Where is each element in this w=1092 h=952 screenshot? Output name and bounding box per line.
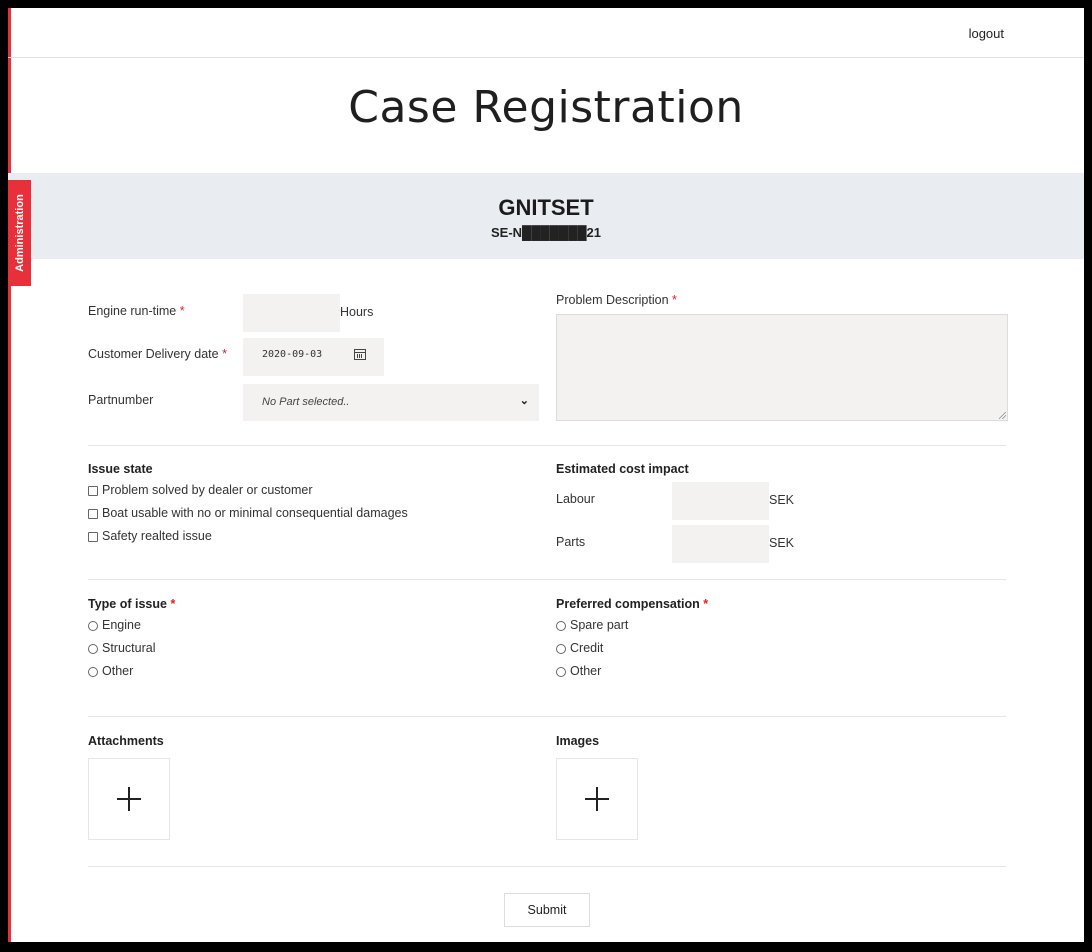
delivery-date-label: Customer Delivery date * <box>88 347 227 361</box>
plus-icon <box>117 787 141 811</box>
administration-tab[interactable]: Administration <box>8 180 31 286</box>
page: logout Case Registration GNITSET SE-N███… <box>8 8 1084 942</box>
divider <box>88 445 1006 446</box>
problem-description-textarea[interactable] <box>556 314 1008 421</box>
delivery-date-value: 2020-09-03 <box>262 349 323 360</box>
boat-id: SE-N███████21 <box>491 225 601 240</box>
logout-link[interactable]: logout <box>969 26 1004 41</box>
required-marker: * <box>703 597 709 611</box>
images-title: Images <box>556 734 600 748</box>
boat-banner: GNITSET SE-N███████21 <box>8 173 1084 259</box>
add-image-button[interactable] <box>556 758 638 840</box>
required-marker: * <box>179 304 185 318</box>
preferred-compensation-title: Preferred compensation * <box>556 597 709 611</box>
calendar-icon[interactable] <box>354 349 366 360</box>
divider <box>88 579 1006 580</box>
partnumber-select[interactable]: No Part selected.. ⌄ <box>243 384 539 421</box>
issue-state-option-1: Boat usable with no or minimal consequen… <box>102 506 408 520</box>
issue-state-checkbox-0[interactable] <box>88 486 98 496</box>
problem-description-label: Problem Description * <box>556 293 677 307</box>
resize-handle-icon[interactable] <box>999 412 1006 419</box>
engine-runtime-unit: Hours <box>340 305 374 319</box>
attachments-title: Attachments <box>88 734 164 748</box>
labour-label: Labour <box>556 492 595 506</box>
issue-state-checkbox-2[interactable] <box>88 532 98 542</box>
top-bar: logout <box>8 8 1084 58</box>
partnumber-label: Partnumber <box>88 393 154 407</box>
issue-state-checkbox-1[interactable] <box>88 509 98 519</box>
issue-state-option-0: Problem solved by dealer or customer <box>102 483 313 497</box>
type-radio-engine[interactable] <box>88 621 98 631</box>
compensation-option-other: Other <box>570 664 602 678</box>
labour-unit: SEK <box>769 493 795 507</box>
issue-state-title: Issue state <box>88 462 153 476</box>
partnumber-selected: No Part selected.. <box>262 396 350 408</box>
required-marker: * <box>170 597 176 611</box>
type-option-engine: Engine <box>102 618 141 632</box>
boat-name: GNITSET <box>498 195 594 220</box>
type-option-structural: Structural <box>102 641 156 655</box>
parts-label: Parts <box>556 535 586 549</box>
delivery-date-input[interactable]: 2020-09-03 <box>243 338 384 376</box>
required-marker: * <box>222 347 227 361</box>
divider <box>88 866 1006 867</box>
type-option-other: Other <box>102 664 134 678</box>
compensation-radio-spare-part[interactable] <box>556 621 566 631</box>
labour-input[interactable] <box>672 482 769 520</box>
type-radio-structural[interactable] <box>88 644 98 654</box>
accent-border <box>8 8 11 942</box>
compensation-option-credit: Credit <box>570 641 604 655</box>
required-marker: * <box>672 293 677 307</box>
submit-button[interactable]: Submit <box>504 893 590 927</box>
chevron-down-icon: ⌄ <box>519 395 529 407</box>
issue-state-option-2: Safety realted issue <box>102 529 212 543</box>
plus-icon <box>585 787 609 811</box>
add-attachment-button[interactable] <box>88 758 170 840</box>
type-of-issue-title: Type of issue * <box>88 597 176 611</box>
cost-impact-title: Estimated cost impact <box>556 462 689 476</box>
type-radio-other[interactable] <box>88 667 98 677</box>
parts-unit: SEK <box>769 536 795 550</box>
compensation-radio-credit[interactable] <box>556 644 566 654</box>
administration-tab-label: Administration <box>13 194 26 272</box>
engine-runtime-input[interactable] <box>243 294 340 332</box>
engine-runtime-label: Engine run-time * <box>88 304 185 318</box>
page-title: Case Registration <box>348 82 744 133</box>
compensation-radio-other[interactable] <box>556 667 566 677</box>
divider <box>88 716 1006 717</box>
compensation-option-spare-part: Spare part <box>570 618 629 632</box>
parts-input[interactable] <box>672 525 769 563</box>
